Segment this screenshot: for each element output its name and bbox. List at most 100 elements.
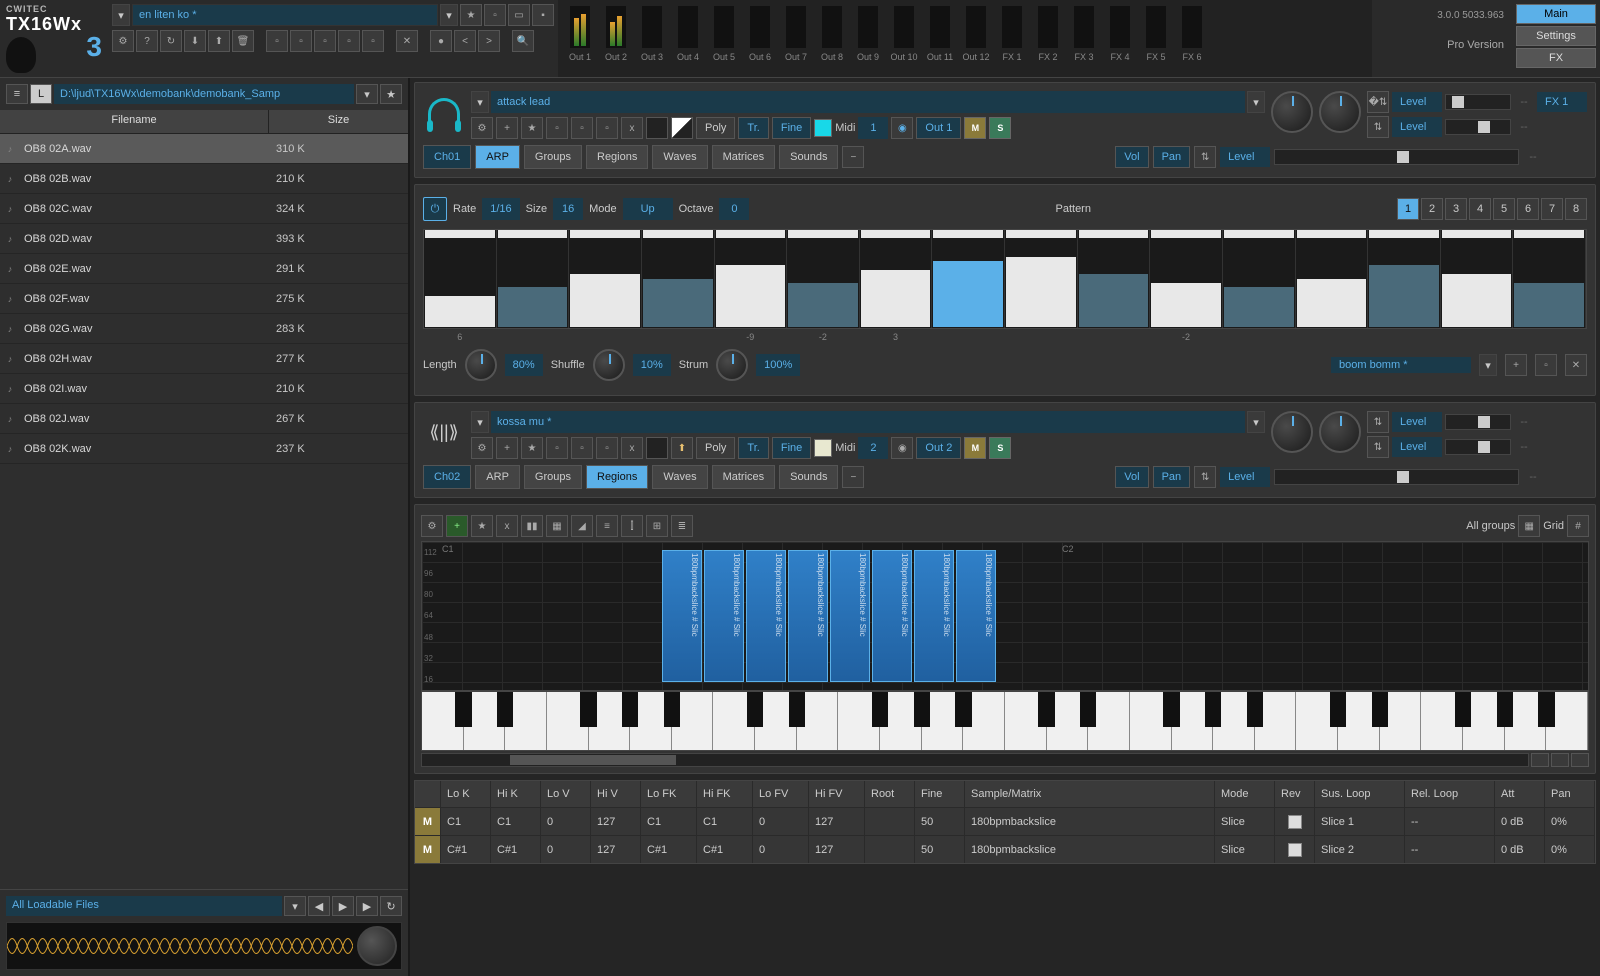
prog2-tr[interactable]: Tr. [738, 437, 768, 459]
prog2-pan-knob[interactable] [1319, 411, 1361, 453]
arp-oct[interactable]: 0 [719, 198, 749, 220]
prog2-color[interactable] [814, 439, 832, 457]
output-4[interactable]: Out 4 [670, 6, 706, 73]
prog2-dup-icon[interactable]: ▫ [596, 437, 618, 459]
cell-lok[interactable]: C1 [441, 808, 491, 835]
arp-step-15[interactable] [1441, 230, 1514, 328]
region-tool4-icon[interactable]: ≡ [596, 515, 618, 537]
play-icon[interactable]: ▶ [332, 896, 354, 916]
col-size[interactable]: Size [268, 110, 408, 133]
cell-rel[interactable]: -- [1405, 836, 1495, 863]
tab-sounds[interactable]: Sounds [779, 145, 838, 169]
col-fine[interactable]: Fine [915, 781, 965, 807]
arp-step-1[interactable]: 6 [424, 230, 497, 328]
region-del-icon[interactable]: x [496, 515, 518, 537]
play-prev-icon[interactable]: ◀ [308, 896, 330, 916]
region-canvas[interactable]: 112968064483216 180bpmbackslice # Slic18… [421, 541, 1589, 691]
black-key[interactable] [872, 692, 888, 727]
prev-icon[interactable]: < [454, 30, 476, 52]
prog1-out[interactable]: Out 1 [916, 117, 961, 139]
tool-5[interactable]: ▫ [362, 30, 384, 52]
file-row[interactable]: ♪OB8 02J.wav267 K [0, 404, 408, 434]
tab-sounds[interactable]: Sounds [779, 465, 838, 489]
region-block-2[interactable]: 180bpmbackslice # Slic [704, 550, 744, 682]
new-icon[interactable]: ▫ [484, 4, 506, 26]
prog2-mute[interactable]: M [964, 437, 986, 459]
prog1-add-icon[interactable]: + [496, 117, 518, 139]
arp-step-11[interactable]: -2 [1150, 230, 1223, 328]
cell-att[interactable]: 0 dB [1495, 808, 1545, 835]
prog1-prev-icon[interactable]: ▾ [471, 91, 489, 113]
pattern-4[interactable]: 4 [1469, 198, 1491, 220]
prog1-solo[interactable]: S [989, 117, 1011, 139]
tool-1[interactable]: ▫ [266, 30, 288, 52]
prog1-send1-icon[interactable]: �⇅ [1367, 91, 1389, 113]
preset-name[interactable]: en liten ko * [132, 4, 438, 26]
black-key[interactable] [1247, 692, 1263, 727]
output-6[interactable]: Out 6 [742, 6, 778, 73]
arp-preset-dropdown-icon[interactable]: ▾ [1479, 354, 1497, 376]
prog2-gear-icon[interactable]: ⚙ [471, 437, 493, 459]
region-grid-icon[interactable]: ▦ [1518, 515, 1540, 537]
prog1-x-icon[interactable]: x [621, 117, 643, 139]
arp-step-12[interactable] [1223, 230, 1296, 328]
prog2-upload-icon[interactable]: ⬆ [671, 437, 693, 459]
col-root[interactable]: Root [865, 781, 915, 807]
pattern-2[interactable]: 2 [1421, 198, 1443, 220]
prog1-blank-icon[interactable] [646, 117, 668, 139]
output-8[interactable]: Out 8 [814, 6, 850, 73]
prog1-ch[interactable]: Ch01 [423, 145, 471, 169]
arp-step-3[interactable] [569, 230, 642, 328]
black-key[interactable] [1163, 692, 1179, 727]
prog2-name[interactable]: kossa mu * [491, 411, 1245, 433]
cell-fine[interactable]: 50 [915, 808, 965, 835]
prog1-send2-slider[interactable] [1445, 119, 1511, 135]
file-row[interactable]: ♪OB8 02H.wav277 K [0, 344, 408, 374]
open-icon[interactable]: ▭ [508, 4, 530, 26]
cell-root[interactable] [865, 808, 915, 835]
zoom-fit-icon[interactable] [1571, 753, 1589, 767]
tab-waves[interactable]: Waves [652, 145, 707, 169]
region-groups-label[interactable]: All groups [1466, 520, 1515, 532]
prog2-lvl-icon[interactable]: ⇅ [1194, 466, 1216, 488]
arp-mode[interactable]: Up [623, 198, 673, 220]
prog1-collapse-icon[interactable]: − [842, 146, 864, 168]
arp-power-icon[interactable]: ⏻ [423, 197, 447, 221]
output-12[interactable]: Out 12 [958, 6, 994, 73]
prog1-pan[interactable]: Pan [1153, 146, 1191, 168]
arp-step-7[interactable]: 3 [860, 230, 933, 328]
region-block-7[interactable]: 180bpmbackslice # Slic [914, 550, 954, 682]
prog2-add-icon[interactable]: + [496, 437, 518, 459]
loop-icon[interactable]: ↻ [160, 30, 182, 52]
region-block-8[interactable]: 180bpmbackslice # Slic [956, 550, 996, 682]
file-row[interactable]: ♪OB8 02C.wav324 K [0, 194, 408, 224]
prog2-midi-learn-icon[interactable]: ◉ [891, 437, 913, 459]
cell-hifk[interactable]: C#1 [697, 836, 753, 863]
output-5[interactable]: Out 5 [706, 6, 742, 73]
output-18[interactable]: FX 6 [1174, 6, 1210, 73]
output-13[interactable]: FX 1 [994, 6, 1030, 73]
file-row[interactable]: ♪OB8 02A.wav310 K [0, 134, 408, 164]
arp-step-13[interactable] [1296, 230, 1369, 328]
tab-groups[interactable]: Groups [524, 145, 582, 169]
cell-hifv[interactable]: 127 [809, 836, 865, 863]
pattern-6[interactable]: 6 [1517, 198, 1539, 220]
col-relloop[interactable]: Rel. Loop [1405, 781, 1495, 807]
output-15[interactable]: FX 3 [1066, 6, 1102, 73]
close-x-icon[interactable]: ✕ [396, 30, 418, 52]
cell-hifv[interactable]: 127 [809, 808, 865, 835]
region-tool2-icon[interactable]: ▦ [546, 515, 568, 537]
arp-step-5[interactable]: -9 [715, 230, 788, 328]
region-gear-icon[interactable]: ⚙ [421, 515, 443, 537]
tab-groups[interactable]: Groups [524, 465, 582, 489]
arp-preset-add-icon[interactable]: + [1505, 354, 1527, 376]
output-14[interactable]: FX 2 [1030, 6, 1066, 73]
prog2-star-icon[interactable]: ★ [521, 437, 543, 459]
region-tool5-icon[interactable]: ⫿ [621, 515, 643, 537]
nav-main[interactable]: Main [1516, 4, 1596, 24]
path-dropdown-icon[interactable]: ▾ [356, 84, 378, 104]
cell-mode[interactable]: Slice [1215, 808, 1275, 835]
file-row[interactable]: ♪OB8 02G.wav283 K [0, 314, 408, 344]
zoom-in-icon[interactable] [1551, 753, 1569, 767]
col-lofv[interactable]: Lo FV [753, 781, 809, 807]
